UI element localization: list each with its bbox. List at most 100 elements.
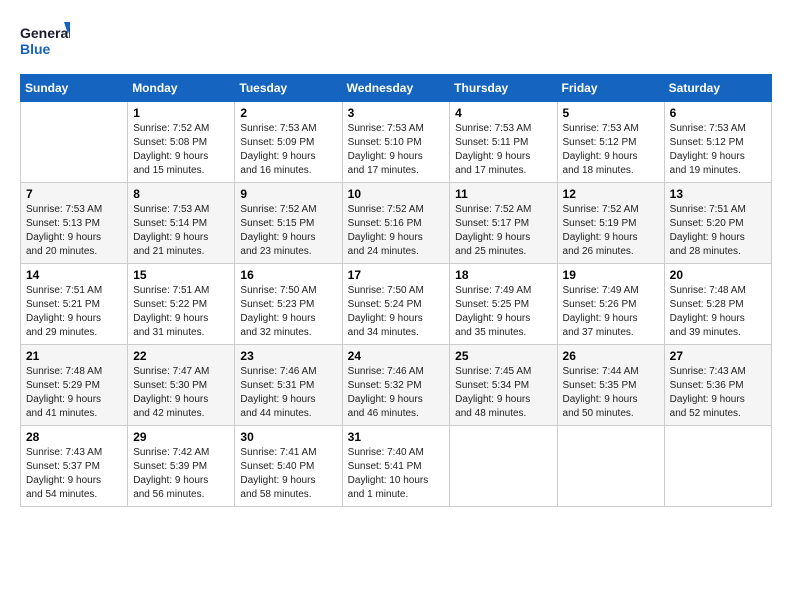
logo: General Blue [20, 20, 70, 62]
calendar-cell: 29 Sunrise: 7:42 AMSunset: 5:39 PMDayligh… [128, 426, 235, 507]
calendar-cell: 13 Sunrise: 7:51 AMSunset: 5:20 PMDayligh… [664, 183, 771, 264]
day-info: Sunrise: 7:52 AMSunset: 5:08 PMDaylight:… [133, 122, 229, 178]
day-number: 20 [670, 268, 766, 282]
day-info: Sunrise: 7:53 AMSunset: 5:12 PMDaylight:… [563, 122, 659, 178]
calendar-week-row: 7 Sunrise: 7:53 AMSunset: 5:13 PMDaylight… [21, 183, 772, 264]
calendar-cell: 1 Sunrise: 7:52 AMSunset: 5:08 PMDaylight… [128, 102, 235, 183]
day-number: 11 [455, 187, 551, 201]
calendar-cell: 17 Sunrise: 7:50 AMSunset: 5:24 PMDayligh… [342, 264, 450, 345]
day-number: 10 [348, 187, 445, 201]
day-info: Sunrise: 7:43 AMSunset: 5:37 PMDaylight:… [26, 446, 122, 502]
day-of-week-header: Monday [128, 75, 235, 102]
calendar-cell: 9 Sunrise: 7:52 AMSunset: 5:15 PMDaylight… [235, 183, 342, 264]
day-info: Sunrise: 7:51 AMSunset: 5:20 PMDaylight:… [670, 203, 766, 259]
logo-svg: General Blue [20, 20, 70, 62]
day-info: Sunrise: 7:48 AMSunset: 5:28 PMDaylight:… [670, 284, 766, 340]
day-info: Sunrise: 7:42 AMSunset: 5:39 PMDaylight:… [133, 446, 229, 502]
day-info: Sunrise: 7:40 AMSunset: 5:41 PMDaylight:… [348, 446, 445, 502]
day-number: 31 [348, 430, 445, 444]
day-info: Sunrise: 7:53 AMSunset: 5:14 PMDaylight:… [133, 203, 229, 259]
calendar-cell: 24Sunrise: 7:46 AMSunset: 5:32 PMDayligh… [342, 345, 450, 426]
day-number: 15 [133, 268, 229, 282]
day-number: 6 [670, 106, 766, 120]
day-info: Sunrise: 7:44 AMSunset: 5:35 PMDaylight:… [563, 365, 659, 421]
calendar-cell: 4Sunrise: 7:53 AMSunset: 5:11 PMDaylight… [450, 102, 557, 183]
day-number: 1 [133, 106, 229, 120]
day-number: 24 [348, 349, 445, 363]
calendar-header-row: SundayMondayTuesdayWednesdayThursdayFrid… [21, 75, 772, 102]
calendar-cell: 19 Sunrise: 7:49 AMSunset: 5:26 PMDayligh… [557, 264, 664, 345]
day-number: 19 [563, 268, 659, 282]
day-number: 30 [240, 430, 336, 444]
day-info: Sunrise: 7:41 AMSunset: 5:40 PMDaylight:… [240, 446, 336, 502]
calendar-cell: 27Sunrise: 7:43 AMSunset: 5:36 PMDayligh… [664, 345, 771, 426]
day-info: Sunrise: 7:51 AMSunset: 5:22 PMDaylight:… [133, 284, 229, 340]
day-number: 5 [563, 106, 659, 120]
day-of-week-header: Sunday [21, 75, 128, 102]
day-number: 27 [670, 349, 766, 363]
calendar-cell: 18Sunrise: 7:49 AMSunset: 5:25 PMDayligh… [450, 264, 557, 345]
calendar-cell: 8 Sunrise: 7:53 AMSunset: 5:14 PMDaylight… [128, 183, 235, 264]
day-info: Sunrise: 7:53 AMSunset: 5:12 PMDaylight:… [670, 122, 766, 178]
svg-text:Blue: Blue [20, 41, 51, 57]
day-info: Sunrise: 7:46 AMSunset: 5:31 PMDaylight:… [240, 365, 336, 421]
svg-text:General: General [20, 25, 70, 41]
day-of-week-header: Friday [557, 75, 664, 102]
calendar-cell [21, 102, 128, 183]
calendar-cell: 2Sunrise: 7:53 AMSunset: 5:09 PMDaylight… [235, 102, 342, 183]
day-info: Sunrise: 7:47 AMSunset: 5:30 PMDaylight:… [133, 365, 229, 421]
calendar-cell: 7 Sunrise: 7:53 AMSunset: 5:13 PMDaylight… [21, 183, 128, 264]
calendar-cell: 28 Sunrise: 7:43 AMSunset: 5:37 PMDayligh… [21, 426, 128, 507]
calendar-cell: 6 Sunrise: 7:53 AMSunset: 5:12 PMDaylight… [664, 102, 771, 183]
calendar-cell: 20 Sunrise: 7:48 AMSunset: 5:28 PMDayligh… [664, 264, 771, 345]
calendar-cell: 31 Sunrise: 7:40 AMSunset: 5:41 PMDayligh… [342, 426, 450, 507]
day-number: 29 [133, 430, 229, 444]
day-info: Sunrise: 7:53 AMSunset: 5:13 PMDaylight:… [26, 203, 122, 259]
day-number: 26 [563, 349, 659, 363]
day-number: 3 [348, 106, 445, 120]
day-info: Sunrise: 7:49 AMSunset: 5:26 PMDaylight:… [563, 284, 659, 340]
calendar-cell: 23Sunrise: 7:46 AMSunset: 5:31 PMDayligh… [235, 345, 342, 426]
day-of-week-header: Tuesday [235, 75, 342, 102]
day-number: 8 [133, 187, 229, 201]
day-number: 9 [240, 187, 336, 201]
day-info: Sunrise: 7:48 AMSunset: 5:29 PMDaylight:… [26, 365, 122, 421]
day-info: Sunrise: 7:52 AMSunset: 5:19 PMDaylight:… [563, 203, 659, 259]
day-number: 25 [455, 349, 551, 363]
day-of-week-header: Saturday [664, 75, 771, 102]
page-header: General Blue [20, 20, 772, 62]
calendar-cell [450, 426, 557, 507]
calendar-cell: 15 Sunrise: 7:51 AMSunset: 5:22 PMDayligh… [128, 264, 235, 345]
calendar-cell: 5 Sunrise: 7:53 AMSunset: 5:12 PMDaylight… [557, 102, 664, 183]
day-number: 17 [348, 268, 445, 282]
calendar-cell: 25 Sunrise: 7:45 AMSunset: 5:34 PMDayligh… [450, 345, 557, 426]
day-info: Sunrise: 7:52 AMSunset: 5:16 PMDaylight:… [348, 203, 445, 259]
day-number: 12 [563, 187, 659, 201]
calendar-cell: 22 Sunrise: 7:47 AMSunset: 5:30 PMDayligh… [128, 345, 235, 426]
day-number: 16 [240, 268, 336, 282]
day-number: 13 [670, 187, 766, 201]
day-info: Sunrise: 7:45 AMSunset: 5:34 PMDaylight:… [455, 365, 551, 421]
day-info: Sunrise: 7:53 AMSunset: 5:10 PMDaylight:… [348, 122, 445, 178]
calendar-cell: 11 Sunrise: 7:52 AMSunset: 5:17 PMDayligh… [450, 183, 557, 264]
calendar-week-row: 28 Sunrise: 7:43 AMSunset: 5:37 PMDayligh… [21, 426, 772, 507]
day-info: Sunrise: 7:53 AMSunset: 5:11 PMDaylight:… [455, 122, 551, 178]
day-info: Sunrise: 7:52 AMSunset: 5:15 PMDaylight:… [240, 203, 336, 259]
calendar-cell: 30 Sunrise: 7:41 AMSunset: 5:40 PMDayligh… [235, 426, 342, 507]
day-info: Sunrise: 7:52 AMSunset: 5:17 PMDaylight:… [455, 203, 551, 259]
calendar-cell [557, 426, 664, 507]
calendar-cell: 26 Sunrise: 7:44 AMSunset: 5:35 PMDayligh… [557, 345, 664, 426]
day-number: 7 [26, 187, 122, 201]
calendar-week-row: 14Sunrise: 7:51 AMSunset: 5:21 PMDayligh… [21, 264, 772, 345]
calendar-week-row: 1 Sunrise: 7:52 AMSunset: 5:08 PMDaylight… [21, 102, 772, 183]
day-number: 22 [133, 349, 229, 363]
calendar-cell: 12 Sunrise: 7:52 AMSunset: 5:19 PMDayligh… [557, 183, 664, 264]
day-of-week-header: Wednesday [342, 75, 450, 102]
day-info: Sunrise: 7:50 AMSunset: 5:24 PMDaylight:… [348, 284, 445, 340]
day-number: 14 [26, 268, 122, 282]
day-number: 28 [26, 430, 122, 444]
day-number: 2 [240, 106, 336, 120]
calendar-cell: 10 Sunrise: 7:52 AMSunset: 5:16 PMDayligh… [342, 183, 450, 264]
calendar-cell [664, 426, 771, 507]
calendar-cell: 16Sunrise: 7:50 AMSunset: 5:23 PMDayligh… [235, 264, 342, 345]
